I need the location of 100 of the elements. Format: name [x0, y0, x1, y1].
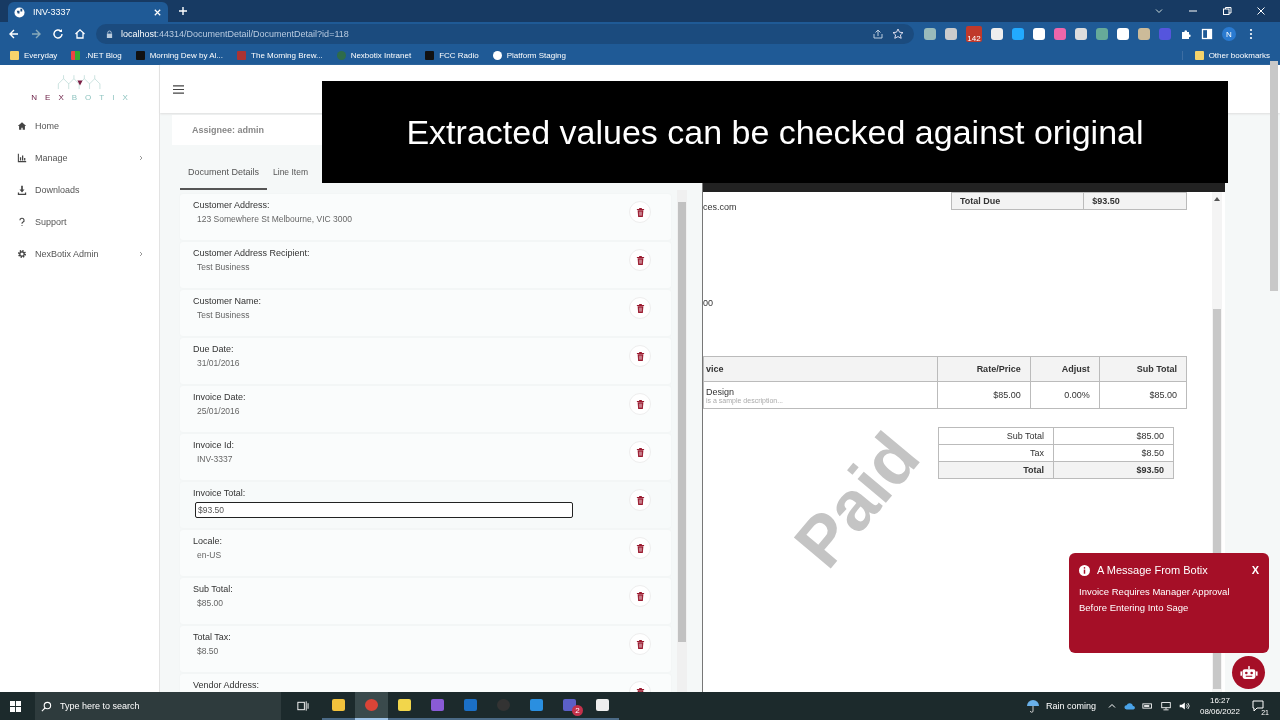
clock-time[interactable]: 16:27	[1209, 695, 1230, 706]
bookmark[interactable]: Platform Staging	[492, 51, 566, 60]
trash-icon	[635, 206, 645, 218]
delete-button[interactable]	[629, 249, 651, 271]
chatbot-button[interactable]	[1232, 656, 1265, 689]
close-icon[interactable]	[153, 7, 162, 17]
extension-icon[interactable]	[945, 28, 957, 40]
field-value: Test Business	[196, 310, 251, 320]
folder-icon	[1194, 51, 1204, 60]
totals-table: Sub Total $85.00 Tax $8.50 Total $93.50	[938, 427, 1174, 479]
field-label: Vendor Address:	[193, 680, 261, 690]
scroll-up-icon[interactable]	[1214, 197, 1220, 201]
message-text: Invoice Requires Manager Approval Before Entering Into Sage	[1079, 585, 1231, 615]
sidebar-icon[interactable]	[1201, 28, 1213, 40]
home-icon[interactable]	[74, 28, 86, 40]
field-label: Customer Address Recipient:	[193, 248, 311, 258]
bookmark[interactable]: FCC Radio	[425, 51, 479, 60]
delete-button[interactable]	[629, 345, 651, 367]
mail-extension-icon[interactable]: 142	[966, 26, 982, 42]
delete-button[interactable]	[629, 489, 651, 511]
nav-item[interactable]: Manage	[0, 142, 159, 174]
search-field[interactable]: Type here to search	[35, 692, 281, 720]
nav-item[interactable]: Home	[0, 110, 159, 142]
gear-icon	[17, 249, 27, 259]
back-icon[interactable]	[8, 28, 20, 40]
extension-icon[interactable]	[1033, 28, 1045, 40]
restore-icon[interactable]	[1222, 6, 1232, 16]
taskbar-app[interactable]: 2	[553, 692, 586, 720]
total-due-table: Total Due $93.50	[951, 192, 1187, 210]
bookmark[interactable]: Nexbotix Intranet	[336, 51, 412, 60]
clock-date[interactable]: 08/06/2022	[1199, 706, 1240, 717]
tab[interactable]: Line Item	[271, 167, 308, 190]
extension-icon[interactable]	[1075, 28, 1087, 40]
bookmark[interactable]: Other bookmarks	[1181, 51, 1270, 60]
task-view-icon[interactable]	[296, 700, 309, 712]
app-app-icon	[596, 699, 609, 711]
chevron-down-icon[interactable]	[1154, 6, 1164, 16]
scrollbar[interactable]	[1270, 61, 1278, 291]
scrollbar[interactable]	[677, 190, 687, 692]
favicon-icon	[492, 51, 502, 60]
download-icon	[17, 185, 27, 195]
document-text: ces.com	[703, 202, 737, 212]
mail-app-icon	[464, 699, 477, 711]
delete-button[interactable]	[629, 441, 651, 463]
favicon-icon	[135, 51, 145, 60]
field-label: Sub Total:	[193, 584, 234, 594]
extension-icon[interactable]	[991, 28, 1003, 40]
nav-item[interactable]: NexBotix Admin	[0, 238, 159, 270]
close-button[interactable]: X	[1251, 564, 1259, 576]
star-icon[interactable]	[892, 28, 904, 40]
profile-avatar[interactable]: N	[1222, 27, 1236, 41]
browser-tab[interactable]: INV-3337	[8, 2, 168, 22]
share-icon[interactable]	[872, 28, 884, 40]
network-icon[interactable]	[1159, 701, 1172, 711]
assignee-text: Assignee: admin	[192, 125, 265, 135]
delete-button[interactable]	[629, 297, 651, 319]
robot-icon	[1239, 665, 1258, 680]
chart-icon	[17, 153, 27, 163]
home-icon	[17, 121, 27, 131]
delete-button[interactable]	[629, 633, 651, 655]
extension-icon[interactable]	[1138, 28, 1150, 40]
battery-icon[interactable]	[1141, 701, 1154, 711]
tab[interactable]: Document Details	[180, 167, 268, 190]
trash-icon	[635, 350, 645, 362]
close-icon[interactable]	[1256, 6, 1266, 16]
nav-item[interactable]: Support	[0, 206, 159, 238]
trash-icon	[635, 542, 645, 554]
trash-icon	[635, 398, 645, 410]
weather-text[interactable]: Rain coming	[1045, 701, 1096, 711]
search-icon	[41, 700, 52, 712]
new-tab-icon[interactable]	[178, 6, 188, 16]
trash-icon	[635, 590, 645, 602]
field-label: Invoice Total:	[193, 488, 247, 498]
forward-icon[interactable]	[30, 28, 42, 40]
bookmark[interactable]: .NET Blog	[71, 51, 122, 60]
menu-icon[interactable]	[172, 83, 185, 95]
address-field[interactable]: localhost:44314/DocumentDetail/DocumentDetail?id=118	[96, 24, 914, 44]
bookmark[interactable]: Morning Dew by Al...	[135, 51, 224, 60]
extension-icon[interactable]	[1117, 28, 1129, 40]
favicon-icon	[10, 51, 19, 60]
delete-button[interactable]	[629, 537, 651, 559]
delete-button[interactable]	[629, 585, 651, 607]
speaker-icon[interactable]	[1177, 701, 1190, 711]
delete-button[interactable]	[629, 201, 651, 223]
extension-icon[interactable]	[1012, 28, 1024, 40]
bookmark[interactable]: Everyday	[10, 51, 58, 60]
cloud-icon[interactable]	[1123, 701, 1136, 711]
input-field[interactable]: $93.50	[195, 502, 573, 518]
field-value: INV-3337	[196, 454, 234, 464]
start-icon[interactable]	[10, 700, 21, 712]
bookmark[interactable]: The Morning Brew...	[237, 51, 323, 60]
document-text: 00	[703, 298, 714, 308]
nav-item[interactable]: Downloads	[0, 174, 159, 206]
notes-app-icon	[398, 699, 411, 711]
reload-icon[interactable]	[52, 28, 64, 40]
delete-button[interactable]	[629, 393, 651, 415]
lock-icon	[106, 29, 113, 39]
puzzle-icon[interactable]	[1180, 28, 1192, 40]
extension-icon[interactable]	[924, 28, 936, 40]
caption-text: Extracted values can be checked against original	[406, 112, 1144, 152]
